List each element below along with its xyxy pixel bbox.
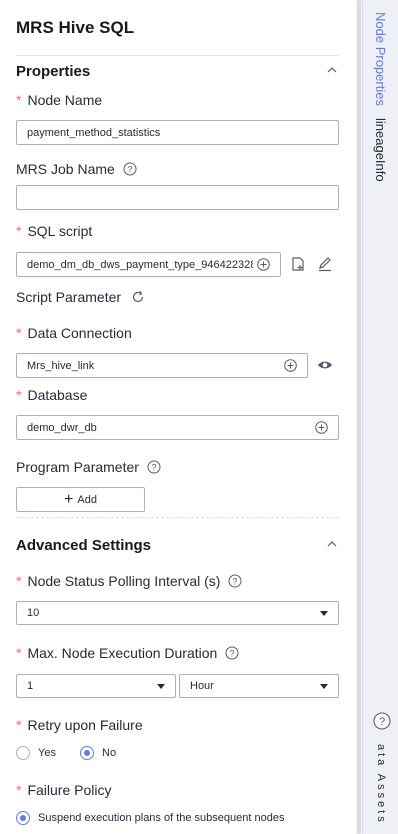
scrollbar-thumb[interactable] [357, 0, 361, 834]
tab-data-assets[interactable]: ata Assets [375, 744, 387, 825]
refresh-icon[interactable] [131, 290, 145, 304]
caret-down-icon [320, 610, 328, 616]
sql-script-select[interactable]: demo_dm_db_dws_payment_type_946422328 [16, 252, 281, 277]
tab-node-properties[interactable]: Node Properties [373, 12, 388, 106]
data-connection-select[interactable]: Mrs_hive_link [16, 353, 308, 378]
radio-circle-selected[interactable] [80, 746, 94, 760]
retry-no-radio[interactable]: No [80, 746, 116, 760]
retry-yes-radio[interactable]: Yes [16, 746, 56, 760]
right-tab-rail: Node Properties lineageInfo ? ata Assets [362, 0, 398, 834]
required-mark: * [16, 387, 22, 403]
database-label: * Database [16, 387, 88, 403]
properties-heading: Properties [16, 63, 91, 80]
collapse-properties-icon[interactable] [325, 63, 339, 77]
radio-circle[interactable] [16, 746, 30, 760]
help-icon[interactable]: ? [228, 574, 242, 588]
caret-down-icon [157, 683, 165, 689]
max-duration-value-select[interactable]: 1 [16, 674, 176, 698]
new-script-icon[interactable] [290, 256, 306, 272]
svg-text:?: ? [379, 716, 385, 728]
mrs-job-name-label: MRS Job Name ? [16, 161, 137, 177]
radio-circle-selected[interactable] [16, 811, 30, 825]
data-connection-label: * Data Connection [16, 325, 132, 341]
node-name-input[interactable]: payment_method_statistics [16, 120, 339, 145]
failure-policy-label: * Failure Policy [16, 782, 112, 798]
sql-script-label: * SQL script [16, 223, 93, 239]
svg-text:?: ? [151, 463, 156, 473]
max-duration-label: * Max. Node Execution Duration ? [16, 645, 239, 661]
add-circle-icon[interactable] [315, 421, 328, 434]
required-mark: * [16, 92, 22, 108]
program-parameter-label: Program Parameter ? [16, 459, 161, 475]
collapse-advanced-icon[interactable] [325, 537, 339, 551]
failure-policy-suspend-radio[interactable]: Suspend execution plans of the subsequen… [16, 811, 284, 825]
add-circle-icon[interactable] [284, 359, 297, 372]
required-mark: * [16, 717, 22, 733]
help-icon[interactable]: ? [225, 646, 239, 660]
eye-icon[interactable] [317, 357, 333, 373]
add-parameter-button[interactable]: + Add [16, 487, 145, 512]
help-icon[interactable]: ? [123, 162, 137, 176]
edit-icon[interactable] [317, 256, 333, 272]
required-mark: * [16, 782, 22, 798]
mrs-job-name-input[interactable] [16, 185, 339, 210]
required-mark: * [16, 573, 22, 589]
script-parameter-label: Script Parameter [16, 289, 145, 305]
advanced-settings-heading: Advanced Settings [16, 537, 152, 554]
max-duration-unit-select[interactable]: Hour [179, 674, 339, 698]
database-select[interactable]: demo_dwr_db [16, 415, 339, 440]
svg-text:?: ? [230, 649, 235, 659]
properties-panel: MRS Hive SQL Properties * Node Name payme… [0, 0, 356, 834]
svg-text:?: ? [127, 165, 132, 175]
node-name-label: * Node Name [16, 92, 103, 108]
caret-down-icon [320, 683, 328, 689]
polling-interval-select[interactable]: 10 [16, 601, 339, 625]
help-circle-icon[interactable]: ? [371, 710, 393, 732]
section-divider [16, 517, 339, 518]
required-mark: * [16, 223, 22, 239]
title-divider [16, 55, 339, 56]
required-mark: * [16, 325, 22, 341]
plus-icon: + [64, 490, 74, 508]
required-mark: * [16, 645, 22, 661]
help-icon[interactable]: ? [147, 460, 161, 474]
add-circle-icon[interactable] [257, 258, 270, 271]
retry-label: * Retry upon Failure [16, 717, 143, 733]
polling-interval-label: * Node Status Polling Interval (s) ? [16, 573, 242, 589]
panel-title: MRS Hive SQL [16, 18, 135, 37]
tab-lineage-info[interactable]: lineageInfo [373, 118, 388, 182]
svg-text:?: ? [233, 577, 238, 587]
